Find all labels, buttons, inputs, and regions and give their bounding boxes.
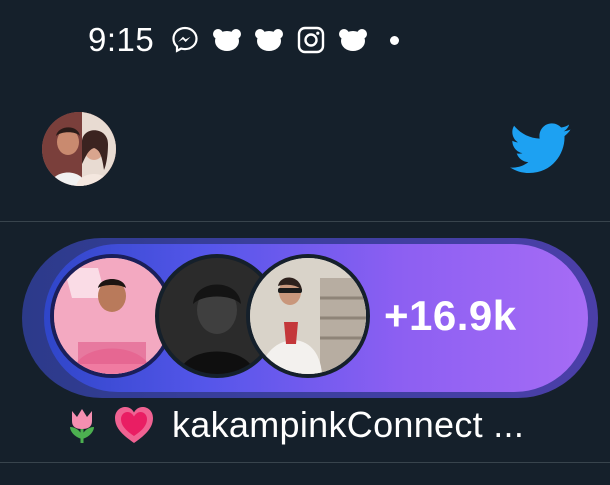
bear-icon [212, 25, 242, 55]
status-bar: 9:15 [88, 18, 400, 62]
status-time: 9:15 [88, 21, 155, 58]
twitter-bird-icon[interactable] [510, 122, 572, 176]
fleet-extra-count: +16.9k [384, 292, 517, 339]
bear-icon [338, 25, 368, 55]
notification-dot-icon [390, 35, 400, 45]
profile-bubble-woman-stairs[interactable] [246, 254, 370, 378]
heart-icon [112, 403, 156, 447]
messenger-icon [170, 25, 200, 55]
tulip-icon [60, 403, 104, 447]
header-divider [0, 221, 610, 222]
bear-icon [254, 25, 284, 55]
instagram-icon [296, 25, 326, 55]
top-header [0, 100, 610, 222]
fleet-label[interactable]: kakampinkConnect ... [60, 400, 524, 450]
avatar[interactable] [42, 112, 116, 186]
bottom-divider [0, 462, 610, 463]
avatar-photo-icon [42, 112, 116, 186]
woman-stairs-photo-icon [250, 258, 366, 374]
fleet-label-text: kakampinkConnect ... [172, 404, 525, 445]
campaign-photo-icon [54, 258, 170, 374]
